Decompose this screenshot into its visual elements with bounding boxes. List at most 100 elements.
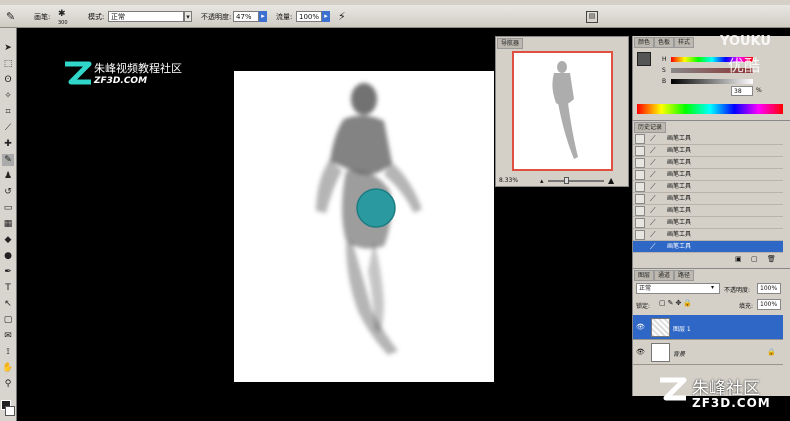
history-checkbox[interactable]: [635, 230, 645, 240]
tab-color[interactable]: 颜色: [634, 37, 655, 48]
eraser-tool-icon[interactable]: ▭: [2, 202, 14, 214]
history-item[interactable]: ⟋ 画笔工具: [633, 133, 783, 145]
trash-icon[interactable]: 🗑: [767, 255, 776, 263]
zoom-slider[interactable]: [548, 180, 604, 182]
history-checkbox[interactable]: [635, 134, 645, 144]
history-item[interactable]: ⟋ 画笔工具: [633, 205, 783, 217]
new-snapshot-icon[interactable]: ▣: [735, 255, 742, 263]
lock-label: 锁定:: [636, 303, 651, 310]
b-value-field[interactable]: 38: [731, 86, 753, 96]
tab-paths[interactable]: 路径: [674, 270, 695, 281]
navigator-view-box[interactable]: [512, 51, 613, 171]
history-item[interactable]: ⟋ 画笔工具: [633, 157, 783, 169]
history-checkbox[interactable]: [635, 218, 645, 228]
mode-select[interactable]: 正常: [108, 11, 184, 22]
brush-icon: ⟋: [650, 230, 656, 239]
pen-tool-icon[interactable]: ✒: [2, 266, 14, 278]
zf3d-logo-bottom: [656, 374, 690, 406]
new-document-icon[interactable]: ▢: [751, 255, 758, 263]
blend-mode-dropdown-icon[interactable]: ▾: [711, 284, 714, 291]
zoom-out-icon[interactable]: ▴: [540, 177, 544, 185]
tab-history[interactable]: 历史记录: [634, 122, 667, 133]
slice-tool-icon[interactable]: ⟋: [2, 122, 14, 134]
brush-size: 300: [58, 20, 68, 26]
zoom-in-icon[interactable]: ▲: [608, 176, 614, 185]
type-tool-icon[interactable]: T: [2, 282, 14, 294]
history-checkbox[interactable]: [635, 242, 645, 252]
notes-tool-icon[interactable]: ✉: [2, 330, 14, 342]
marquee-tool-icon[interactable]: ⬚: [2, 58, 14, 70]
dodge-tool-icon[interactable]: ●: [2, 250, 14, 262]
shape-tool-icon[interactable]: ▢: [2, 314, 14, 326]
magic-wand-icon[interactable]: ✧: [2, 90, 14, 102]
history-checkbox[interactable]: [635, 182, 645, 192]
fill-field[interactable]: 100%: [757, 299, 781, 310]
visibility-eye-icon[interactable]: 👁: [636, 323, 645, 331]
history-item[interactable]: ⟋ 画笔工具: [633, 217, 783, 229]
opacity-field[interactable]: 47%: [233, 11, 259, 22]
tab-channels[interactable]: 通道: [654, 270, 675, 281]
lock-options-icon[interactable]: ▢✎✥🔒: [659, 299, 694, 307]
zoom-slider-thumb[interactable]: [564, 177, 569, 184]
history-item-label: 画笔工具: [667, 159, 692, 166]
blend-mode-select[interactable]: 正常: [636, 283, 720, 294]
airbrush-icon[interactable]: ⚡: [338, 11, 346, 22]
tab-navigator[interactable]: 导航器: [497, 38, 524, 49]
history-checkbox[interactable]: [635, 146, 645, 156]
brush-icon: ⟋: [650, 158, 656, 167]
brush-icon: ⟋: [650, 242, 656, 251]
lock-icon: 🔒: [767, 348, 776, 356]
tab-swatches[interactable]: 色板: [654, 37, 675, 48]
layer-row-selected[interactable]: 👁 图层 1: [633, 315, 783, 340]
mode-dropdown-icon[interactable]: ▾: [184, 11, 192, 22]
layer-name[interactable]: 图层 1: [673, 324, 691, 333]
layer-thumbnail: [651, 318, 670, 337]
gradient-tool-icon[interactable]: ▦: [2, 218, 14, 230]
navigator-zoom[interactable]: 8.33%: [499, 177, 518, 184]
blur-tool-icon[interactable]: ◆: [2, 234, 14, 246]
history-checkbox[interactable]: [635, 206, 645, 216]
healing-brush-icon[interactable]: ✚: [2, 138, 14, 150]
history-checkbox[interactable]: [635, 194, 645, 204]
move-tool-icon[interactable]: ➤: [2, 42, 14, 54]
history-item[interactable]: ⟋ 画笔工具: [633, 145, 783, 157]
history-item-selected[interactable]: ⟋ 画笔工具: [633, 241, 783, 253]
flow-dropdown-icon[interactable]: ▸: [322, 11, 330, 22]
brightness-slider[interactable]: [671, 79, 753, 84]
visibility-eye-icon[interactable]: 👁: [636, 348, 645, 356]
clone-stamp-icon[interactable]: ♟: [2, 170, 14, 182]
brush-icon: ⟋: [650, 218, 656, 227]
layer-opacity-label: 不透明度:: [724, 287, 751, 294]
history-brush-icon[interactable]: ↺: [2, 186, 14, 198]
history-item[interactable]: ⟋ 画笔工具: [633, 169, 783, 181]
document-canvas[interactable]: [234, 71, 494, 382]
background-color-swatch[interactable]: [5, 406, 15, 416]
layer-row[interactable]: 👁 背景 🔒: [633, 340, 783, 365]
brush-tool-icon[interactable]: ✎: [6, 11, 15, 22]
opacity-dropdown-icon[interactable]: ▸: [259, 11, 267, 22]
eyedropper-icon[interactable]: ⟟: [2, 346, 14, 358]
fg-color-preview[interactable]: [637, 52, 651, 66]
brush-preset-icon[interactable]: ✱: [58, 9, 66, 20]
layer-name[interactable]: 背景: [673, 349, 685, 358]
palette-well-icon[interactable]: ▤: [586, 11, 598, 23]
lasso-tool-icon[interactable]: ʘ: [2, 74, 14, 86]
b-percent: %: [756, 87, 762, 94]
history-item[interactable]: ⟋ 画笔工具: [633, 193, 783, 205]
path-select-icon[interactable]: ↖: [2, 298, 14, 310]
color-spectrum-bar[interactable]: [637, 104, 783, 114]
flow-field[interactable]: 100%: [296, 11, 322, 22]
youku-watermark-cn: 优酷: [728, 56, 761, 75]
brush-tool-active-icon[interactable]: ✎: [2, 154, 14, 166]
tab-layers[interactable]: 图层: [634, 270, 655, 281]
zoom-tool-icon[interactable]: ⚲: [2, 378, 14, 390]
history-checkbox[interactable]: [635, 158, 645, 168]
hand-tool-icon[interactable]: ✋: [2, 362, 14, 374]
history-item-label: 画笔工具: [667, 219, 692, 226]
tab-styles[interactable]: 样式: [674, 37, 695, 48]
history-item[interactable]: ⟋ 画笔工具: [633, 181, 783, 193]
history-checkbox[interactable]: [635, 170, 645, 180]
crop-tool-icon[interactable]: ⌗: [2, 106, 14, 118]
layer-opacity-field[interactable]: 100%: [757, 283, 781, 294]
history-item[interactable]: ⟋ 画笔工具: [633, 229, 783, 241]
